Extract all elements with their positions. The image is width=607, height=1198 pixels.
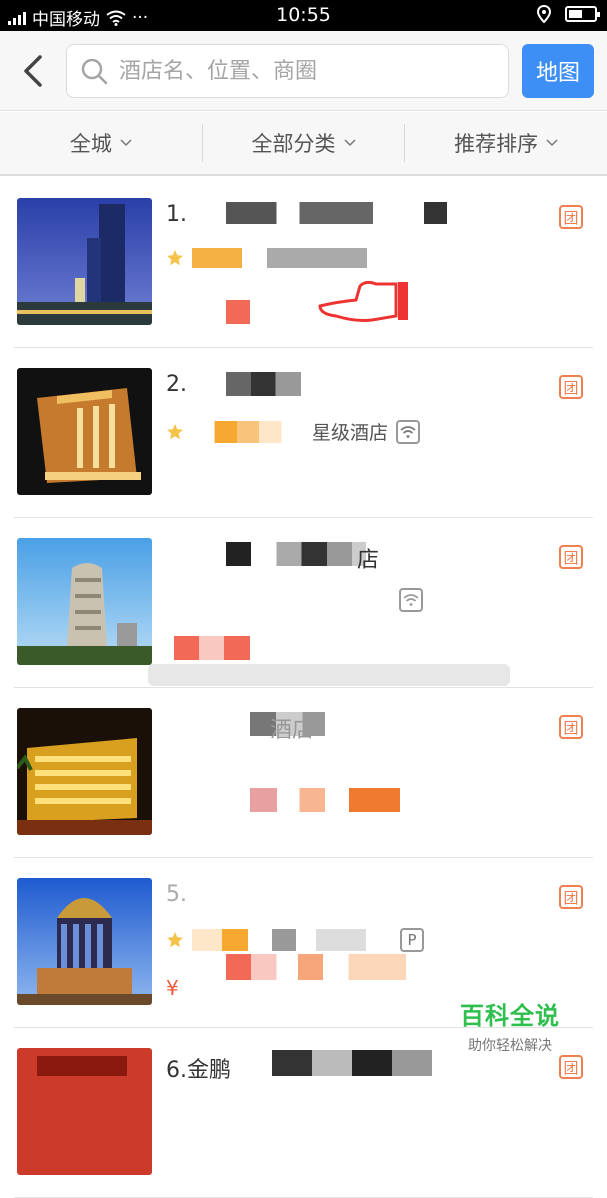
status-time: 10:55 — [276, 4, 331, 26]
list-item[interactable]: 店 团 — [14, 518, 593, 688]
search-box[interactable] — [66, 44, 509, 98]
hotel-rating-row — [166, 248, 442, 268]
watermark-title: 百科全说 — [460, 1002, 560, 1030]
chevron-down-icon — [546, 139, 558, 147]
map-button[interactable]: 地图 — [522, 44, 594, 98]
filter-sort-label: 推荐排序 — [454, 132, 539, 156]
group-deal-badge: 团 — [559, 545, 583, 569]
group-deal-badge: 团 — [559, 375, 583, 399]
parking-icon: P — [400, 928, 424, 952]
hotel-price: ¥ — [166, 976, 179, 1000]
star-icon — [167, 250, 183, 266]
hotel-photo — [17, 708, 152, 835]
redacted-price — [250, 788, 400, 812]
scan-smear — [148, 664, 510, 686]
hotel-level: 星级酒店 — [312, 422, 389, 444]
redacted-name — [226, 542, 366, 566]
redacted-rating — [192, 420, 304, 443]
redacted-price — [226, 954, 406, 980]
redacted-name — [272, 1050, 472, 1076]
group-deal-badge: 团 — [559, 1055, 583, 1079]
search-icon — [81, 58, 108, 85]
hotel-rating-row — [399, 588, 423, 612]
hotel-name: 酒店 — [270, 718, 315, 743]
pointing-hand-icon — [318, 280, 408, 322]
hotel-photo — [17, 538, 152, 665]
hotel-name: 2. — [166, 372, 187, 397]
hotel-photo — [17, 1048, 152, 1175]
group-deal-badge: 团 — [559, 885, 583, 909]
redacted-rating — [192, 929, 392, 951]
filter-area[interactable]: 全城 — [0, 112, 202, 174]
hotel-photo — [17, 368, 152, 495]
filter-category[interactable]: 全部分类 — [203, 112, 405, 174]
search-header: 地图 — [0, 31, 607, 111]
group-deal-badge: 团 — [559, 205, 583, 229]
filter-area-label: 全城 — [69, 132, 112, 156]
wifi-icon — [396, 419, 421, 444]
search-input[interactable] — [119, 58, 479, 84]
star-icon — [167, 932, 183, 948]
hotel-name: 店 — [357, 548, 380, 573]
redacted-price — [174, 636, 250, 660]
hotel-name: 5. — [166, 882, 187, 907]
list-item[interactable]: 1. 团 — [14, 178, 593, 348]
wifi-icon — [399, 588, 423, 612]
battery-icon — [565, 6, 600, 22]
filter-sort[interactable]: 推荐排序 — [405, 112, 607, 174]
filter-category-label: 全部分类 — [251, 132, 336, 156]
hotel-name: 1. — [166, 202, 187, 227]
status-right — [537, 5, 600, 23]
redacted-name — [226, 372, 301, 396]
hotel-rating-row: P — [166, 928, 424, 952]
hotel-photo — [17, 878, 152, 1005]
hotel-name: 6.金鹏 — [166, 1058, 231, 1083]
status-bar: 中国移动 ··· 10:55 — [0, 0, 607, 31]
chevron-down-icon — [120, 139, 132, 147]
watermark-subtitle: 助你轻松解决 — [468, 1038, 552, 1054]
star-icon — [167, 423, 183, 439]
chevron-down-icon — [343, 139, 356, 147]
location-icon — [537, 5, 551, 23]
hotel-photo — [17, 198, 152, 325]
list-item[interactable]: 酒店 团 — [14, 688, 593, 858]
redacted-rating — [192, 248, 442, 268]
redacted-name — [226, 202, 456, 224]
back-icon[interactable] — [16, 51, 52, 91]
redacted-price — [226, 300, 250, 324]
list-item[interactable]: 2. 团 星级酒店 — [14, 348, 593, 518]
hotel-rating-row: 星级酒店 — [166, 418, 421, 445]
watermark-logo: 百科全说 助你轻松解决 — [460, 996, 560, 1055]
filter-bar: 全城 全部分类 推荐排序 — [0, 112, 607, 176]
group-deal-badge: 团 — [559, 715, 583, 739]
